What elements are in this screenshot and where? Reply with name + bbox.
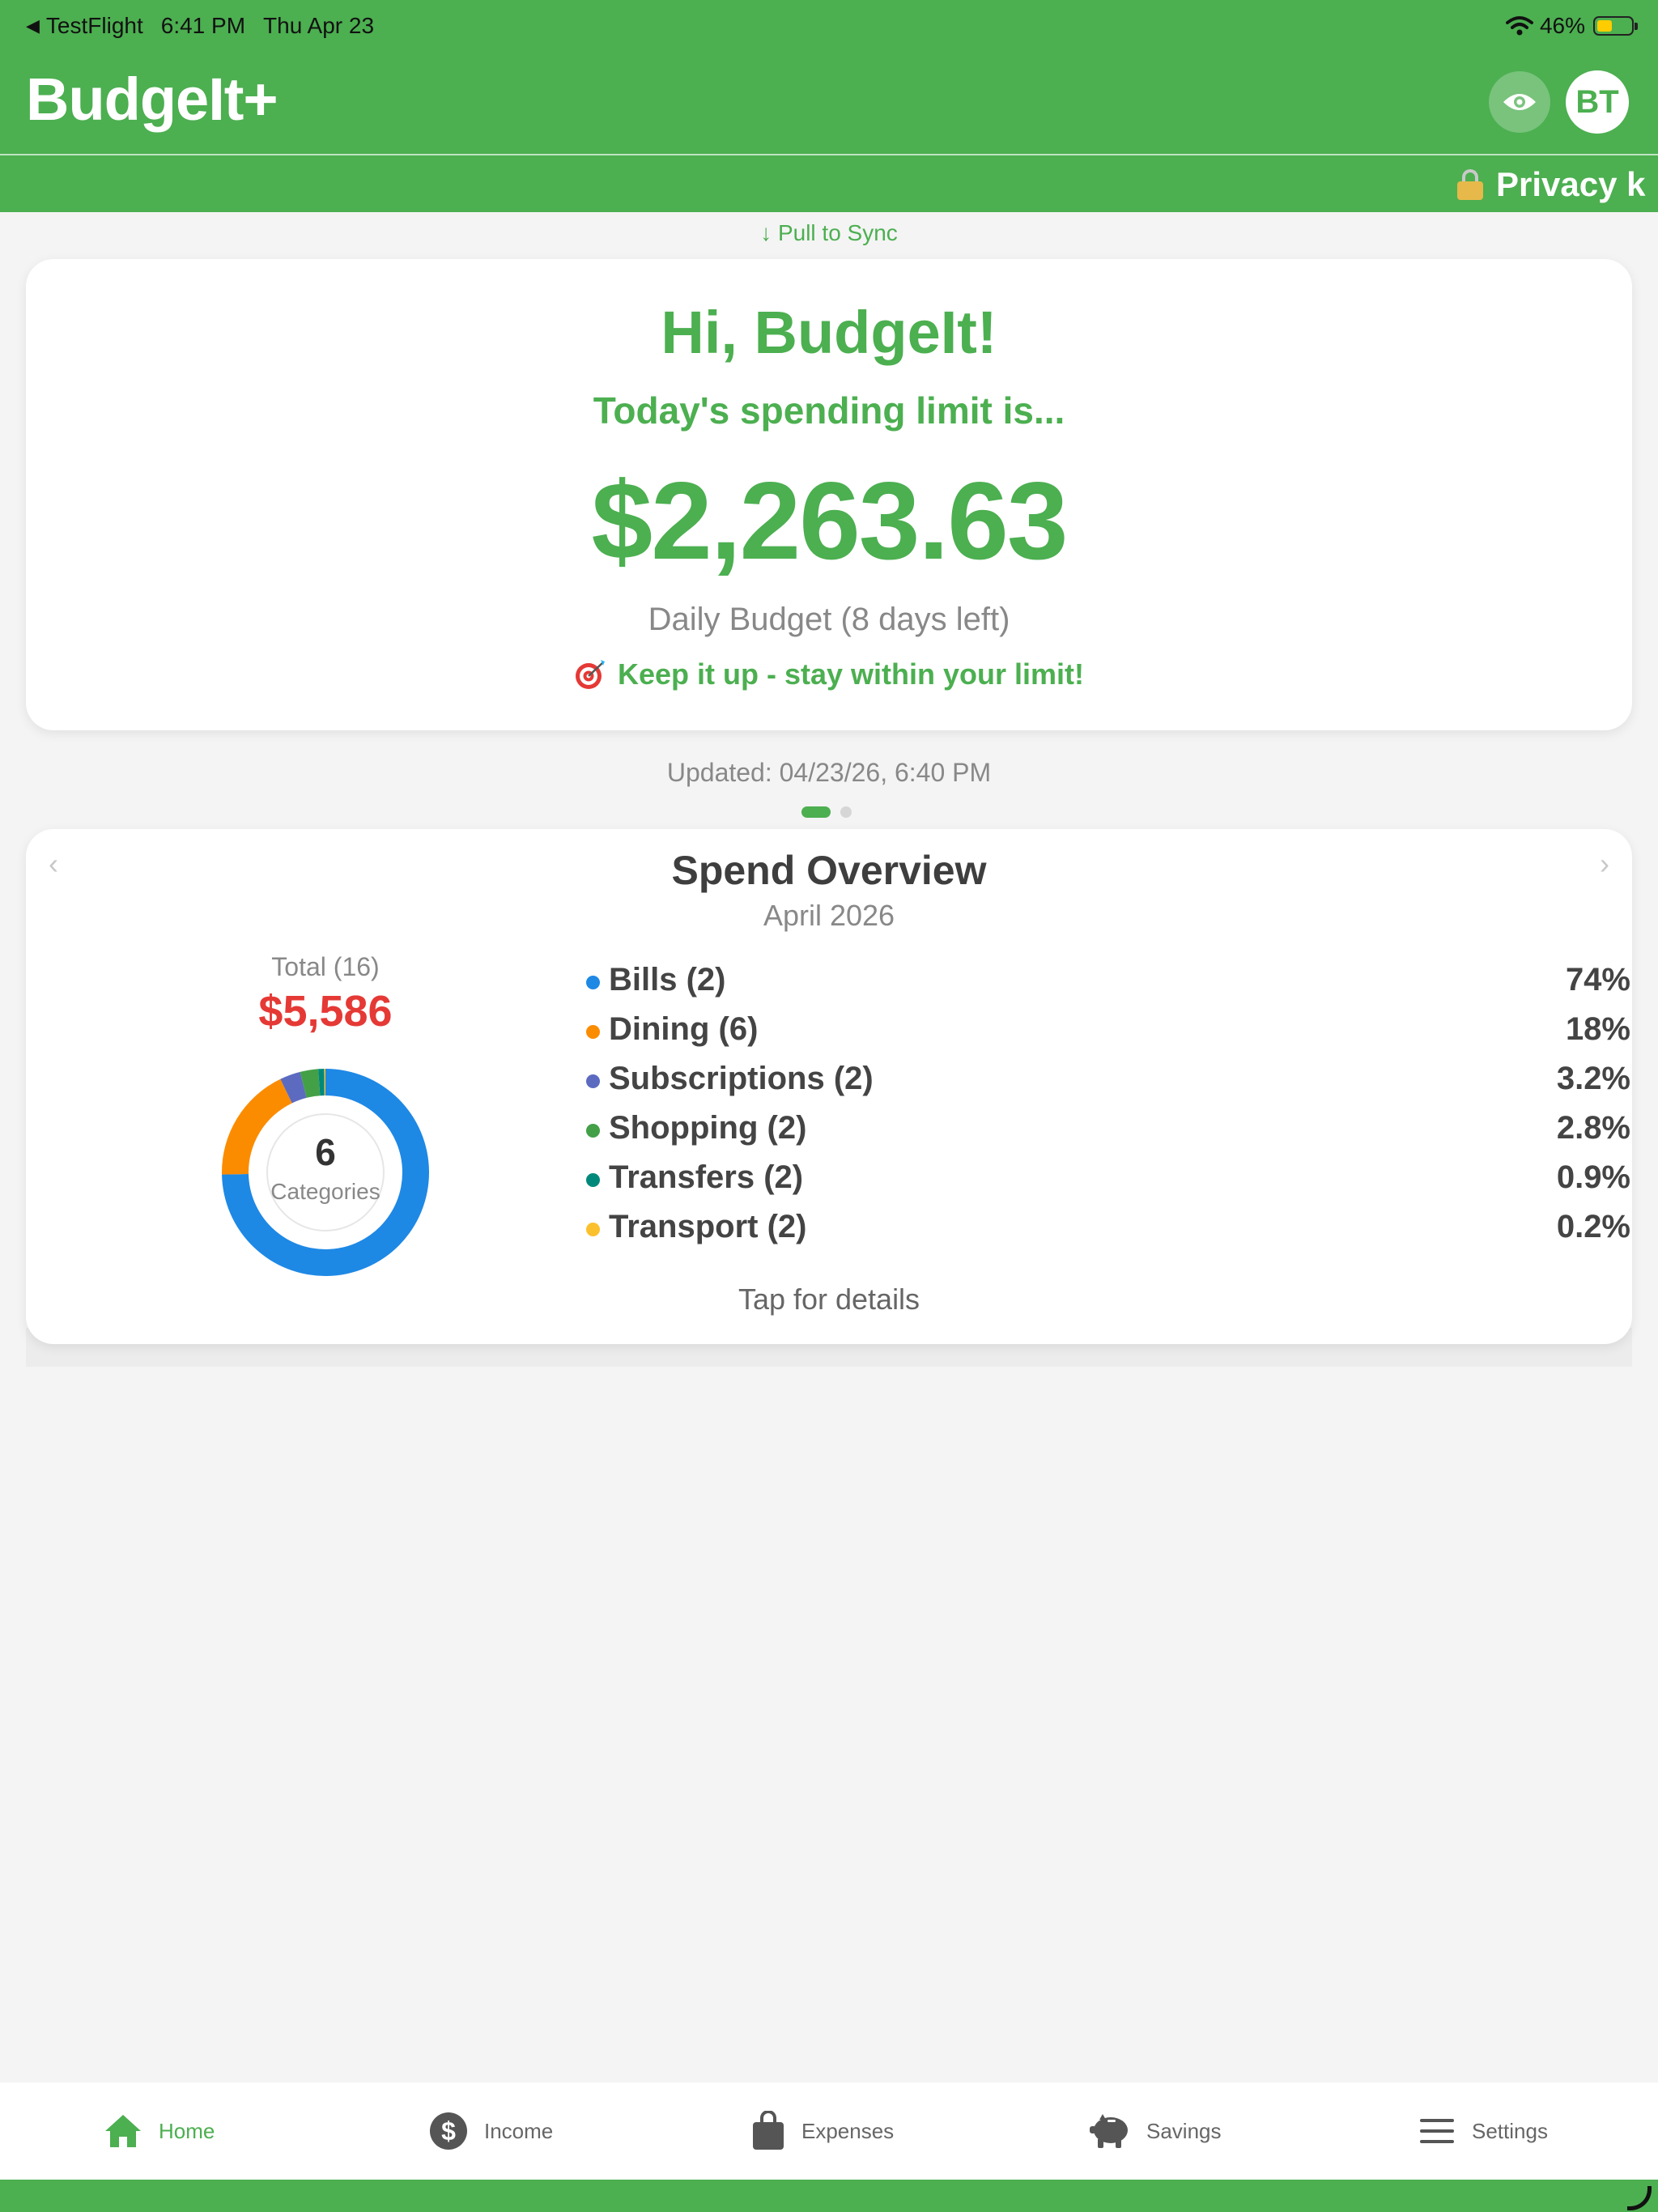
legend-dot: [586, 1074, 600, 1088]
battery-percent: 46%: [1539, 13, 1585, 38]
page-dot-active[interactable]: [801, 806, 831, 818]
shopping-bag-icon: [753, 2111, 784, 2150]
spend-overview-title: Spend Overview: [671, 848, 987, 893]
tab-settings-label: Settings: [1472, 2118, 1548, 2143]
tab-settings[interactable]: Settings: [1418, 2082, 1548, 2180]
legend-row[interactable]: Bills (2) 74%: [586, 959, 1630, 1008]
legend-label: Shopping (2): [609, 1110, 807, 1146]
legend-percent: 2.8%: [1556, 1110, 1630, 1146]
spend-overview-card[interactable]: ‹ › Spend Overview April 2026 Total (16)…: [26, 829, 1632, 1344]
page-indicator[interactable]: [801, 806, 852, 818]
legend-row[interactable]: Transfers (2) 0.9%: [586, 1156, 1630, 1206]
status-date: Thu Apr 23: [263, 13, 375, 38]
category-count: 6: [315, 1131, 336, 1173]
total-amount: $5,586: [258, 987, 393, 1036]
wifi-icon: [1505, 16, 1533, 36]
svg-text:$: $: [441, 2116, 456, 2146]
legend-percent: 74%: [1565, 962, 1630, 998]
privacy-banner-text: Privacy k: [1496, 165, 1646, 203]
greeting: Hi, BudgeIt!: [661, 299, 997, 366]
piggy-bank-icon: [1090, 2114, 1128, 2148]
legend-row[interactable]: Dining (6) 18%: [586, 1008, 1630, 1057]
legend-label: Dining (6): [609, 1011, 759, 1047]
privacy-toggle-button[interactable]: [1489, 71, 1550, 133]
legend-percent: 0.9%: [1556, 1159, 1630, 1195]
total-label: Total (16): [271, 952, 380, 981]
encouragement-message: Keep it up - stay within your limit!: [26, 657, 1632, 691]
target-icon: [575, 660, 605, 689]
eye-icon: [1503, 94, 1536, 110]
tab-income[interactable]: $ Income: [429, 2082, 553, 2180]
page-dot[interactable]: [840, 806, 852, 818]
tab-home-label: Home: [159, 2118, 215, 2143]
tab-savings-label: Savings: [1146, 2118, 1222, 2143]
tab-bar: Home $ Income Expenses Savings Settings: [0, 2082, 1658, 2180]
legend-label: Bills (2): [609, 962, 726, 998]
category-count-label: Categories: [270, 1179, 380, 1204]
legend-label: Transport (2): [609, 1209, 807, 1244]
category-legend: Bills (2) 74% Dining (6) 18% Subscriptions (…: [586, 959, 1630, 1255]
tab-savings[interactable]: Savings: [1090, 2082, 1222, 2180]
bottom-bar: [0, 2180, 1658, 2212]
tap-for-details-hint[interactable]: Tap for details: [26, 1283, 1632, 1317]
legend-label: Subscriptions (2): [609, 1061, 874, 1096]
daily-budget-label: Daily Budget (8 days left): [648, 602, 1010, 637]
spending-limit-subtitle: Today's spending limit is...: [593, 389, 1065, 432]
tab-expenses-label: Expenses: [801, 2118, 895, 2143]
pull-to-sync-hint: ↓ Pull to Sync: [760, 220, 898, 245]
encouragement-text: Keep it up - stay within your limit!: [617, 657, 1085, 691]
menu-icon: [1420, 2119, 1454, 2143]
spend-overview-month: April 2026: [763, 899, 895, 932]
back-app-label[interactable]: TestFlight: [46, 13, 143, 39]
status-bar: ◀ TestFlight 6:41 PM Thu Apr 23 46%: [0, 0, 1658, 50]
category-donut-chart[interactable]: 6 Categories: [196, 1043, 455, 1302]
spending-limit-amount: $2,263.63: [591, 459, 1068, 582]
legend-dot: [586, 1124, 600, 1138]
tab-home[interactable]: Home: [104, 2082, 215, 2180]
battery-icon: [1593, 16, 1638, 36]
status-time: 6:41 PM: [160, 13, 246, 38]
legend-percent: 18%: [1565, 1011, 1630, 1047]
daily-budget-card[interactable]: Hi, BudgeIt! Today's spending limit is..…: [26, 259, 1632, 730]
legend-dot: [586, 1173, 600, 1187]
app-title: BudgeIt+: [26, 66, 278, 133]
lock-icon: [1457, 169, 1483, 200]
avatar[interactable]: BT: [1566, 70, 1629, 134]
tab-expenses[interactable]: Expenses: [751, 2082, 894, 2180]
tab-income-label: Income: [484, 2118, 554, 2143]
legend-row[interactable]: Subscriptions (2) 3.2%: [586, 1057, 1630, 1107]
legend-dot: [586, 1223, 600, 1236]
dollar-icon: $: [430, 2112, 467, 2150]
home-icon: [105, 2115, 141, 2147]
legend-row[interactable]: Transport (2) 0.2%: [586, 1206, 1630, 1255]
legend-percent: 0.2%: [1556, 1209, 1630, 1244]
back-arrow-icon[interactable]: ◀: [26, 15, 40, 36]
legend-label: Transfers (2): [609, 1159, 804, 1195]
legend-dot: [586, 1025, 600, 1039]
last-updated-label: Updated: 04/23/26, 6:40 PM: [666, 758, 992, 787]
privacy-banner[interactable]: Privacy k: [1457, 162, 1650, 207]
legend-percent: 3.2%: [1556, 1061, 1630, 1096]
legend-dot: [586, 976, 600, 989]
legend-row[interactable]: Shopping (2) 2.8%: [586, 1107, 1630, 1156]
header-divider: [0, 154, 1658, 155]
